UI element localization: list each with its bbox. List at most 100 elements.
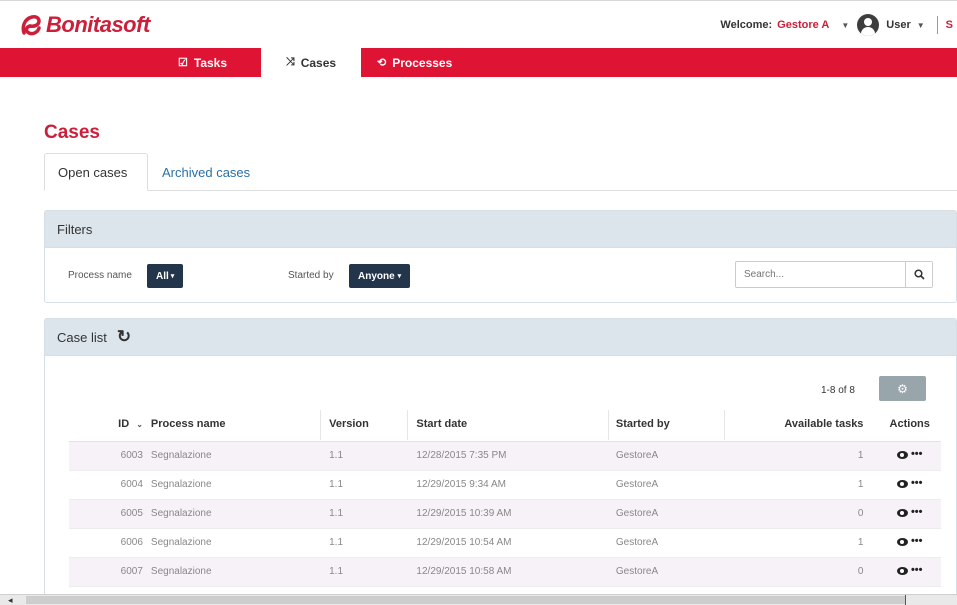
column-header-id[interactable]: ID ⌄ [69,408,151,442]
case-list-header: Case list ↻ [45,319,956,356]
cell-actions: ••• [878,441,941,471]
cell-process: Segnalazione [150,441,321,471]
app: Bonitasoft Welcome: Gestore A ▼ User ▼ S… [0,0,957,605]
profile-dropdown[interactable]: Gestore A [777,19,829,31]
cell-version: 1.1 [320,557,408,587]
gear-icon: ⚙ [897,381,908,396]
nav-processes[interactable]: ⟲ Processes [377,48,452,77]
eye-icon[interactable] [896,450,908,459]
eye-icon[interactable] [896,537,908,546]
horizontal-scrollbar[interactable]: ◂ [0,594,957,605]
cell-version: 1.1 [320,528,408,558]
cell-started-by: GestoreA [607,470,725,500]
table-row: 6006 Segnalazione 1.1 12/29/2015 10:54 A… [69,528,941,558]
nav-tasks-label: Tasks [193,55,228,70]
cell-start-date: 12/29/2015 10:58 AM [407,557,608,587]
scrollbar-marker [905,595,906,605]
table-row: 6007 Segnalazione 1.1 12/29/2015 10:58 A… [69,557,941,587]
table-header-row: ID ⌄ Process name Version Start date Sta… [69,408,941,442]
bonitasoft-logo[interactable]: Bonitasoft [20,9,150,41]
case-id-link[interactable]: 6006 [69,528,151,558]
case-tabs: Open cases Archived cases [44,153,957,191]
case-list-title: Case list [57,329,107,345]
process-icon: ⟲ [377,57,387,69]
cell-available-tasks: 0 [724,499,879,529]
cell-version: 1.1 [320,470,408,500]
eye-icon[interactable] [896,508,908,517]
tab-open-cases[interactable]: Open cases [44,153,148,191]
case-id-link[interactable]: 6004 [69,470,151,500]
cell-process: Segnalazione [150,528,321,558]
header-divider [936,16,938,34]
filters-title: Filters [45,211,956,248]
case-id-link[interactable]: 6005 [69,499,151,529]
table-row: 6003 Segnalazione 1.1 12/28/2015 7:35 PM… [69,441,941,471]
table-settings-button[interactable]: ⚙ [879,376,926,401]
process-name-filter-value: All [156,270,169,282]
column-header-started-by[interactable]: Started by [607,408,725,442]
shuffle-icon: ⤨ [285,56,295,68]
ellipsis-icon[interactable]: ••• [911,449,923,460]
process-name-filter-button[interactable]: All ▾ [147,264,184,288]
cell-started-by: GestoreA [607,499,725,529]
case-id-link[interactable]: 6003 [69,441,151,471]
cell-actions: ••• [878,557,941,587]
main-nav: ☑ Tasks ⤨ Cases ⟲ Processes [0,48,957,77]
column-header-version[interactable]: Version [320,408,408,442]
column-header-start-date[interactable]: Start date [407,408,608,442]
refresh-icon[interactable]: ↻ [117,327,131,347]
top-header: Bonitasoft Welcome: Gestore A ▼ User ▼ S [0,0,957,48]
cell-start-date: 12/29/2015 10:39 AM [407,499,608,529]
cell-started-by: GestoreA [607,557,725,587]
ellipsis-icon[interactable]: ••• [911,536,923,547]
cell-available-tasks: 1 [724,441,879,471]
page-title: Cases [44,122,100,143]
caret-down-icon: ▾ [170,273,175,280]
cell-start-date: 12/29/2015 10:54 AM [407,528,608,558]
search-icon [913,269,925,280]
process-name-filter-label: Process name [68,270,132,281]
bonitasoft-logo-icon [21,15,41,36]
pagination-info: 1-8 of 8 [821,385,855,396]
case-id-link[interactable]: 6007 [69,557,151,587]
cell-actions: ••• [878,528,941,558]
table-row: 6005 Segnalazione 1.1 12/29/2015 10:39 A… [69,499,941,529]
user-area: Welcome: Gestore A ▼ User ▼ S [720,13,957,37]
welcome-label: Welcome: [720,19,773,31]
column-header-available-tasks[interactable]: Available tasks [724,408,879,442]
ellipsis-icon[interactable]: ••• [911,478,923,489]
nav-cases[interactable]: ⤨ Cases [261,48,361,77]
cell-start-date: 12/29/2015 9:34 AM [407,470,608,500]
cell-available-tasks: 0 [724,557,879,587]
cell-actions: ••• [878,499,941,529]
tab-archived-cases[interactable]: Archived cases [148,153,263,191]
ellipsis-icon[interactable]: ••• [911,565,923,576]
avatar[interactable] [857,14,880,36]
user-caret-icon[interactable]: ▼ [917,21,925,30]
started-by-filter-value: Anyone [358,270,395,282]
nav-tasks[interactable]: ☑ Tasks [178,48,227,77]
filters-body: Process name All ▾ Started by Anyone ▾ [45,248,956,302]
eye-icon[interactable] [896,479,908,488]
sort-chevron-down-icon: ⌄ [136,420,143,430]
brand-name: Bonitasoft [46,12,150,37]
search-input[interactable] [736,262,905,287]
ellipsis-icon[interactable]: ••• [911,507,923,518]
truncated-header-link[interactable]: S [946,19,953,31]
cell-started-by: GestoreA [607,528,725,558]
profile-caret-icon[interactable]: ▼ [841,21,849,30]
cell-process: Segnalazione [150,499,321,529]
scroll-left-arrow-icon[interactable]: ◂ [8,595,13,605]
cell-start-date: 12/28/2015 7:35 PM [407,441,608,471]
cell-started-by: GestoreA [607,441,725,471]
user-menu-label[interactable]: User [886,19,910,31]
search-button[interactable] [905,262,932,287]
case-list-panel: Case list ↻ 1-8 of 8 ⚙ ID ⌄ Process name… [44,318,957,605]
scrollbar-thumb[interactable] [26,596,906,604]
cell-process: Segnalazione [150,557,321,587]
filters-panel: Filters Process name All ▾ Started by Any… [44,210,957,303]
column-header-process[interactable]: Process name [150,408,321,442]
eye-icon[interactable] [896,566,908,575]
started-by-filter-label: Started by [288,270,334,281]
started-by-filter-button[interactable]: Anyone ▾ [349,264,411,288]
